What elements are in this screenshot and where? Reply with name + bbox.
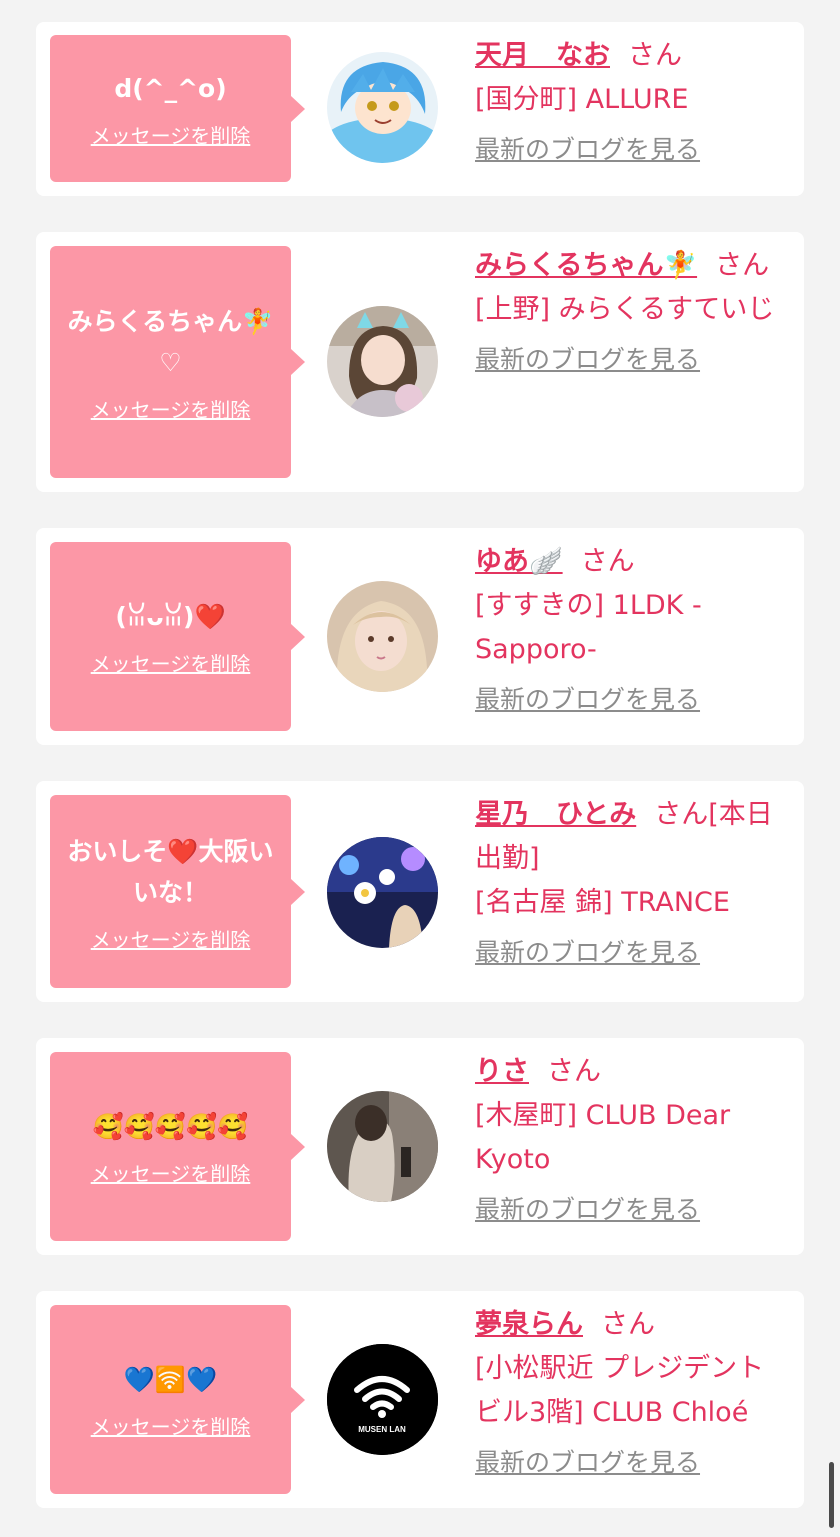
latest-blog-link[interactable]: 最新のブログを見る [475,132,785,168]
scrollbar[interactable] [829,1462,834,1528]
avatar[interactable]: MUSEN LAN [327,1344,438,1455]
message-bubble: おいしそ❤️大阪いいな！ メッセージを削除 [50,795,305,988]
message-bubble: d(^_^o) メッセージを削除 [50,35,305,182]
latest-blog-link[interactable]: 最新のブログを見る [475,1445,785,1481]
wifi-logo-icon: MUSEN LAN [327,1344,438,1455]
delete-message-link[interactable]: メッセージを削除 [91,651,251,677]
message-text: みらくるちゃん🧚♡ [67,307,274,377]
avatar[interactable] [327,52,438,163]
honorific: さん [547,1056,601,1087]
shop-name: [国分町] ALLURE [475,84,689,115]
message-bubble: 💙🛜💙 メッセージを削除 [50,1305,305,1494]
shop-name: [すすきの] 1LDK -Sapporo- [475,590,702,665]
favorite-card: みらくるちゃん🧚♡ メッセージを削除 みらくるちゃん🧚 さん [上野] みらくるす… [36,232,804,492]
cast-name-link[interactable]: ゆあ🪽 [475,546,563,577]
favorite-info: みらくるちゃん🧚 さん [上野] みらくるすていじ 最新のブログを見る [475,244,785,378]
favorite-info: 夢泉らん さん [小松駅近 プレジデントビル3階] CLUB Chloé 最新のブ… [475,1303,785,1481]
message-text: 💙🛜💙 [123,1365,218,1394]
favorite-info: りさ さん [木屋町] CLUB Dear Kyoto 最新のブログを見る [475,1050,785,1228]
delete-message-link[interactable]: メッセージを削除 [91,123,251,149]
cast-name-link[interactable]: みらくるちゃん🧚 [475,250,697,281]
honorific: さん [601,1309,655,1340]
message-text: (ꈍᴗꈍ)❤️ [115,602,226,631]
favorite-card: 💙🛜💙 メッセージを削除 MUSEN LAN 夢泉らん さん [小松駅近 プレジデ… [36,1291,804,1508]
delete-message-link[interactable]: メッセージを削除 [91,1161,251,1187]
avatar[interactable] [327,1091,438,1202]
favorite-info: 天月 なお さん [国分町] ALLURE 最新のブログを見る [475,34,785,168]
message-text: おいしそ❤️大阪いいな！ [67,836,274,907]
honorific: さん [628,40,682,71]
cast-name-link[interactable]: 星乃 ひとみ [475,799,636,830]
favorite-info: ゆあ🪽 さん [すすきの] 1LDK -Sapporo- 最新のブログを見る [475,540,785,718]
cast-name-link[interactable]: 夢泉らん [475,1309,583,1340]
avatar[interactable] [327,837,438,948]
shop-name: [小松駅近 プレジデントビル3階] CLUB Chloé [475,1353,765,1428]
message-bubble: みらくるちゃん🧚♡ メッセージを削除 [50,246,305,478]
favorite-card: おいしそ❤️大阪いいな！ メッセージを削除 星乃 ひとみ さん[本日出勤] [名古… [36,781,804,1002]
message-bubble: (ꈍᴗꈍ)❤️ メッセージを削除 [50,542,305,731]
latest-blog-link[interactable]: 最新のブログを見る [475,682,785,718]
message-text: d(^_^o) [114,74,227,103]
shop-name: [名古屋 錦] TRANCE [475,887,730,918]
message-text: 🥰🥰🥰🥰🥰 [92,1112,249,1141]
favorite-card: (ꈍᴗꈍ)❤️ メッセージを削除 ゆあ🪽 さん [すすきの] 1LDK -Sapp… [36,528,804,745]
delete-message-link[interactable]: メッセージを削除 [91,927,251,953]
delete-message-link[interactable]: メッセージを削除 [91,397,251,423]
honorific: さん [715,250,770,281]
latest-blog-link[interactable]: 最新のブログを見る [475,342,785,378]
latest-blog-link[interactable]: 最新のブログを見る [475,1192,785,1228]
latest-blog-link[interactable]: 最新のブログを見る [475,935,785,971]
avatar-logo-text: MUSEN LAN [358,1425,406,1434]
honorific: さん [580,546,635,577]
shop-name: [上野] みらくるすていじ [475,294,775,325]
cast-name-link[interactable]: 天月 なお [475,40,610,71]
favorite-card: d(^_^o) メッセージを削除 天月 なお さん [国分町] ALLURE 最新… [36,22,804,196]
favorite-card: 🥰🥰🥰🥰🥰 メッセージを削除 りさ さん [木屋町] CLUB Dear Kyot… [36,1038,804,1255]
message-bubble: 🥰🥰🥰🥰🥰 メッセージを削除 [50,1052,305,1241]
avatar[interactable] [327,306,438,417]
cast-name-link[interactable]: りさ [475,1056,529,1087]
avatar[interactable] [327,581,438,692]
shop-name: [木屋町] CLUB Dear Kyoto [475,1100,731,1175]
favorite-info: 星乃 ひとみ さん[本日出勤] [名古屋 錦] TRANCE 最新のブログを見る [475,793,785,971]
delete-message-link[interactable]: メッセージを削除 [91,1414,251,1440]
